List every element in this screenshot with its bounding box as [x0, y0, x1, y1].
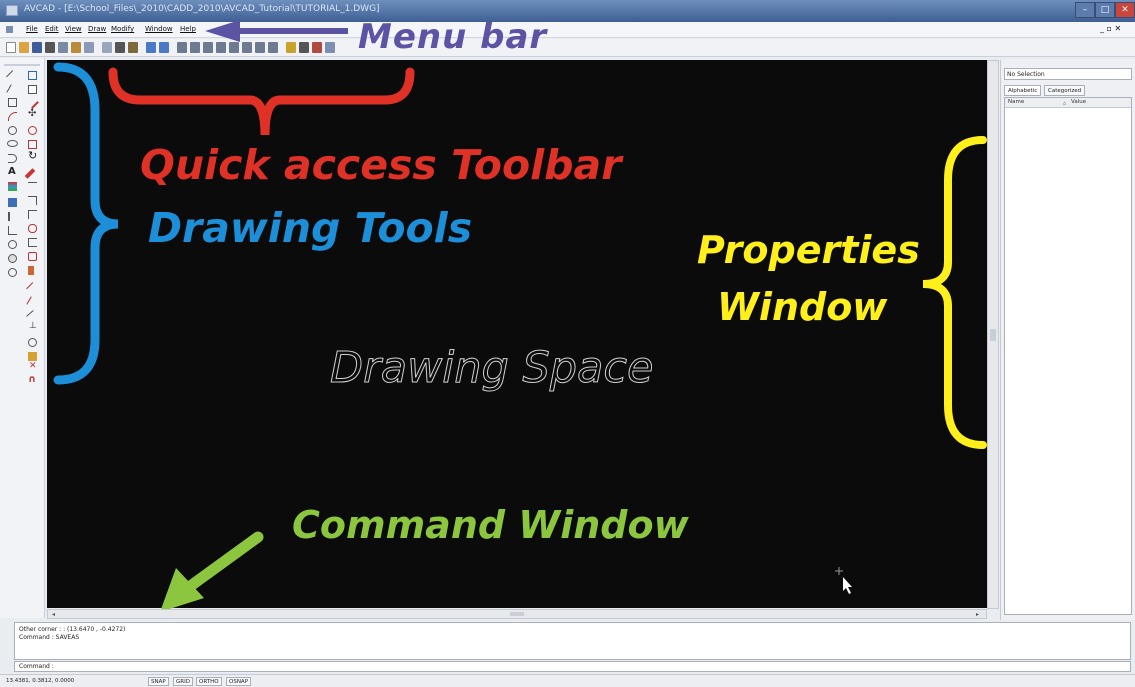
- vertical-scrollbar[interactable]: [987, 60, 999, 609]
- tab-categorized[interactable]: Categorized: [1044, 85, 1086, 96]
- menu-bar-annotation: Menu bar: [358, 17, 548, 57]
- tab-alphabetic[interactable]: Alphabetic: [1004, 85, 1042, 96]
- coordinates-display: 13.4381, 0.3812, 0.0000: [4, 677, 144, 686]
- osnap-toggle[interactable]: OSNAP: [226, 677, 252, 686]
- horizontal-scrollbar[interactable]: ◂ ▸: [47, 609, 987, 619]
- column-name[interactable]: Name: [1008, 98, 1024, 107]
- column-value[interactable]: Value: [1071, 98, 1086, 107]
- snap-toggle[interactable]: SNAP: [148, 677, 169, 686]
- drawing-tools-brace: [53, 62, 119, 385]
- menu-bar-arrow: [205, 20, 348, 42]
- hscroll-thumb[interactable]: [510, 612, 524, 616]
- drawing-tools-annotation: Drawing Tools: [148, 204, 473, 252]
- command-history-line: Command : SAVEAS: [19, 634, 80, 641]
- scroll-left-icon[interactable]: ◂: [52, 611, 55, 618]
- grid-toggle[interactable]: GRID: [173, 677, 193, 686]
- property-grid-header: Name △ Value: [1005, 98, 1131, 108]
- properties-annotation-line2: Window: [717, 285, 888, 329]
- properties-panel: No Selection Alphabetic Categorized Name…: [1000, 60, 1135, 620]
- command-history-line: Other corner : : (13.6470 , -0.4272): [19, 626, 126, 633]
- command-input[interactable]: Command :: [14, 661, 1131, 672]
- scroll-right-icon[interactable]: ▸: [976, 611, 979, 618]
- ortho-toggle[interactable]: ORTHO: [196, 677, 222, 686]
- command-history: Other corner : : (13.6470 , -0.4272) Com…: [14, 622, 1131, 660]
- properties-brace: [922, 136, 987, 449]
- drawing-space-annotation: Drawing Space: [330, 343, 655, 394]
- quick-access-brace: [108, 67, 415, 136]
- vscroll-thumb[interactable]: [990, 329, 996, 341]
- properties-annotation-line1: Properties: [697, 228, 920, 272]
- status-bar: 13.4381, 0.3812, 0.0000 SNAP GRID ORTHO …: [0, 674, 1135, 687]
- command-window-annotation: Command Window: [292, 503, 689, 547]
- command-window-arrow: [160, 531, 264, 612]
- selection-dropdown[interactable]: No Selection: [1004, 68, 1132, 80]
- property-grid: Name △ Value: [1004, 97, 1132, 615]
- sort-icon: △: [1063, 100, 1067, 105]
- quick-access-annotation: Quick access Toolbar: [140, 141, 622, 189]
